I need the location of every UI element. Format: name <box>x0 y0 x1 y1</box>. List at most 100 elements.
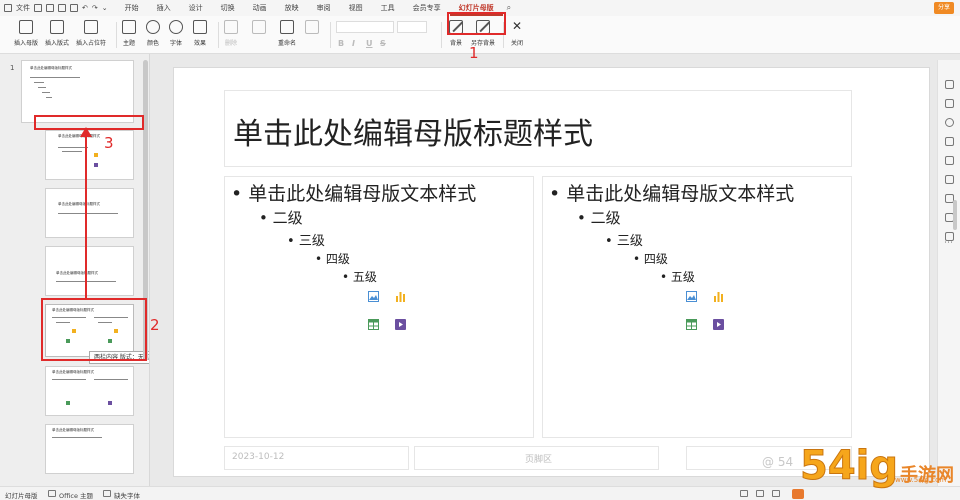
tab-start[interactable]: 开始 <box>116 0 148 16</box>
tab-slideshow[interactable]: 放映 <box>276 0 308 16</box>
preview-icon[interactable] <box>58 4 66 12</box>
menu-icon[interactable] <box>4 4 12 12</box>
insert-table-icon[interactable] <box>368 319 379 330</box>
right-content-placeholder[interactable]: • 单击此处编辑母版文本样式 • 二级 • 三级 • 四级 • 五级 <box>542 176 852 438</box>
sorter-view-icon[interactable] <box>756 490 764 497</box>
insert-chart-icon[interactable] <box>713 291 724 302</box>
tab-animation[interactable]: 动画 <box>244 0 276 16</box>
rename-button[interactable]: 重命名 <box>278 20 296 47</box>
layout-thumbnail-blank[interactable]: 单击此处编辑母版标题样式 <box>45 424 134 474</box>
insert-table-icon[interactable] <box>686 319 697 330</box>
layout-thumbnail-comparison[interactable]: 单击此处编辑母版标题样式 <box>45 366 134 416</box>
thumbnail-title: 单击此处编辑母版标题样式 <box>30 66 72 70</box>
bullet-level-5: • 五级 <box>342 270 377 284</box>
print-icon[interactable] <box>46 4 54 12</box>
rename-label: 重命名 <box>278 40 297 47</box>
copy-icon[interactable] <box>945 137 954 146</box>
bullet-level-1: • 单击此处编辑母版文本样式 <box>231 183 477 205</box>
tab-design[interactable]: 设计 <box>180 0 212 16</box>
redo-icon[interactable]: ↷ <box>92 4 98 12</box>
theme-label: Office 主题 <box>59 492 94 500</box>
layers-icon[interactable] <box>945 156 954 165</box>
link-icon[interactable] <box>945 175 954 184</box>
italic-button[interactable]: I <box>352 39 355 48</box>
insert-placeholder-button[interactable]: 插入占位符 <box>76 20 106 47</box>
annotation-box-2 <box>41 298 147 361</box>
theme-button[interactable]: 主题 <box>122 20 136 47</box>
tab-insert[interactable]: 插入 <box>148 0 180 16</box>
close-master-button[interactable]: ✕ 关闭 <box>510 20 524 47</box>
rename-icon <box>280 20 294 34</box>
undo-icon[interactable]: ↶ <box>82 4 88 12</box>
view-mode-label: 幻灯片母版 <box>5 492 38 500</box>
file-menu[interactable]: 文件 <box>16 3 30 13</box>
preserve-icon <box>252 20 266 34</box>
shape-icon[interactable] <box>945 99 954 108</box>
watermark-url: www.54ig.com <box>895 476 947 484</box>
thumbnail-line <box>58 147 88 148</box>
layout-thumbnail-title-only[interactable]: 单击此处编辑母版标题样式 <box>45 246 134 296</box>
tab-member[interactable]: 会员专享 <box>404 0 450 16</box>
tab-view[interactable]: 视图 <box>340 0 372 16</box>
effect-button[interactable]: 效果 <box>193 20 207 47</box>
save-icon[interactable] <box>34 4 42 12</box>
property-icon[interactable] <box>945 80 954 89</box>
strikethrough-button[interactable]: S <box>380 39 386 48</box>
insert-chart-icon[interactable] <box>395 291 406 302</box>
thumbnail-line <box>42 92 50 93</box>
thumbnail-line <box>52 437 102 438</box>
reading-view-icon[interactable] <box>772 490 780 497</box>
underline-button[interactable]: U <box>366 39 373 48</box>
search-icon[interactable]: ⌕ <box>507 3 511 13</box>
bullet-level-4-text: 四级 <box>643 252 668 266</box>
insert-picture-icon[interactable] <box>368 291 379 302</box>
bullet-level-2: • 二级 <box>259 209 303 227</box>
star-icon[interactable] <box>945 118 954 127</box>
share-button[interactable]: 分享 <box>933 2 954 14</box>
insert-layout-button[interactable]: 插入版式 <box>45 20 69 47</box>
chevron-down-icon[interactable]: ⌄ <box>102 4 108 12</box>
insert-master-button[interactable]: 插入母版 <box>14 20 38 47</box>
tab-review[interactable]: 审阅 <box>308 0 340 16</box>
insert-master-icon <box>19 20 33 34</box>
bullet-level-3-text: 三级 <box>298 234 325 249</box>
thumbnail-line <box>58 213 118 214</box>
insert-video-icon[interactable] <box>395 319 406 330</box>
layout-thumbnail-title[interactable]: 单击此处编辑母版标题样式 <box>45 130 134 180</box>
font-button[interactable]: 字体 <box>169 20 183 47</box>
insert-layout-label: 插入版式 <box>45 40 70 47</box>
delete-button[interactable]: 删除 <box>224 20 238 47</box>
annotation-arrowhead <box>80 127 92 137</box>
bold-button[interactable]: B <box>338 39 344 48</box>
export-icon[interactable] <box>70 4 78 12</box>
title-placeholder[interactable]: 单击此处编辑母版标题样式 <box>224 90 852 167</box>
layout-thumbnail-section[interactable]: 单击此处编辑母版标题样式 <box>45 188 134 238</box>
insert-master-label: 插入母版 <box>14 40 39 47</box>
font-size-select[interactable] <box>397 21 427 33</box>
watermark-logo: 54ig 手游网 www.54ig.com <box>799 446 954 487</box>
date-placeholder[interactable]: 2023-10-12 <box>224 446 409 470</box>
footer-placeholder[interactable]: 页脚区 <box>414 446 659 470</box>
delete-icon <box>224 20 238 34</box>
thumbnail-line <box>46 97 52 98</box>
thumbnail-line <box>62 151 82 152</box>
left-content-placeholder[interactable]: • 单击此处编辑母版文本样式 • 二级 • 三级 • 四级 • 五级 <box>224 176 534 438</box>
bullet-level-4-text: 四级 <box>325 252 350 266</box>
insert-video-icon[interactable] <box>713 319 724 330</box>
tab-transition[interactable]: 切换 <box>212 0 244 16</box>
play-slideshow-button[interactable] <box>792 489 804 499</box>
color-button[interactable]: 颜色 <box>146 20 160 47</box>
thumbnail-title: 单击此处编辑母版标题样式 <box>56 271 98 275</box>
annotation-arrow-line <box>85 130 87 298</box>
normal-view-icon[interactable] <box>740 490 748 497</box>
tab-tools[interactable]: 工具 <box>372 0 404 16</box>
master-layout-button[interactable] <box>305 20 319 38</box>
right-scrollbar[interactable] <box>953 200 957 230</box>
master-thumbnail[interactable]: 单击此处编辑母版标题样式 <box>21 60 134 123</box>
slide-canvas[interactable]: 单击此处编辑母版标题样式 • 单击此处编辑母版文本样式 • 二级 • 三级 • … <box>173 67 930 477</box>
font-family-select[interactable] <box>336 21 394 33</box>
preserve-button[interactable] <box>252 20 266 38</box>
missing-font-button[interactable]: 缺失字体 <box>114 490 140 500</box>
more-icon[interactable]: ⋯ <box>944 238 953 248</box>
insert-picture-icon[interactable] <box>686 291 697 302</box>
